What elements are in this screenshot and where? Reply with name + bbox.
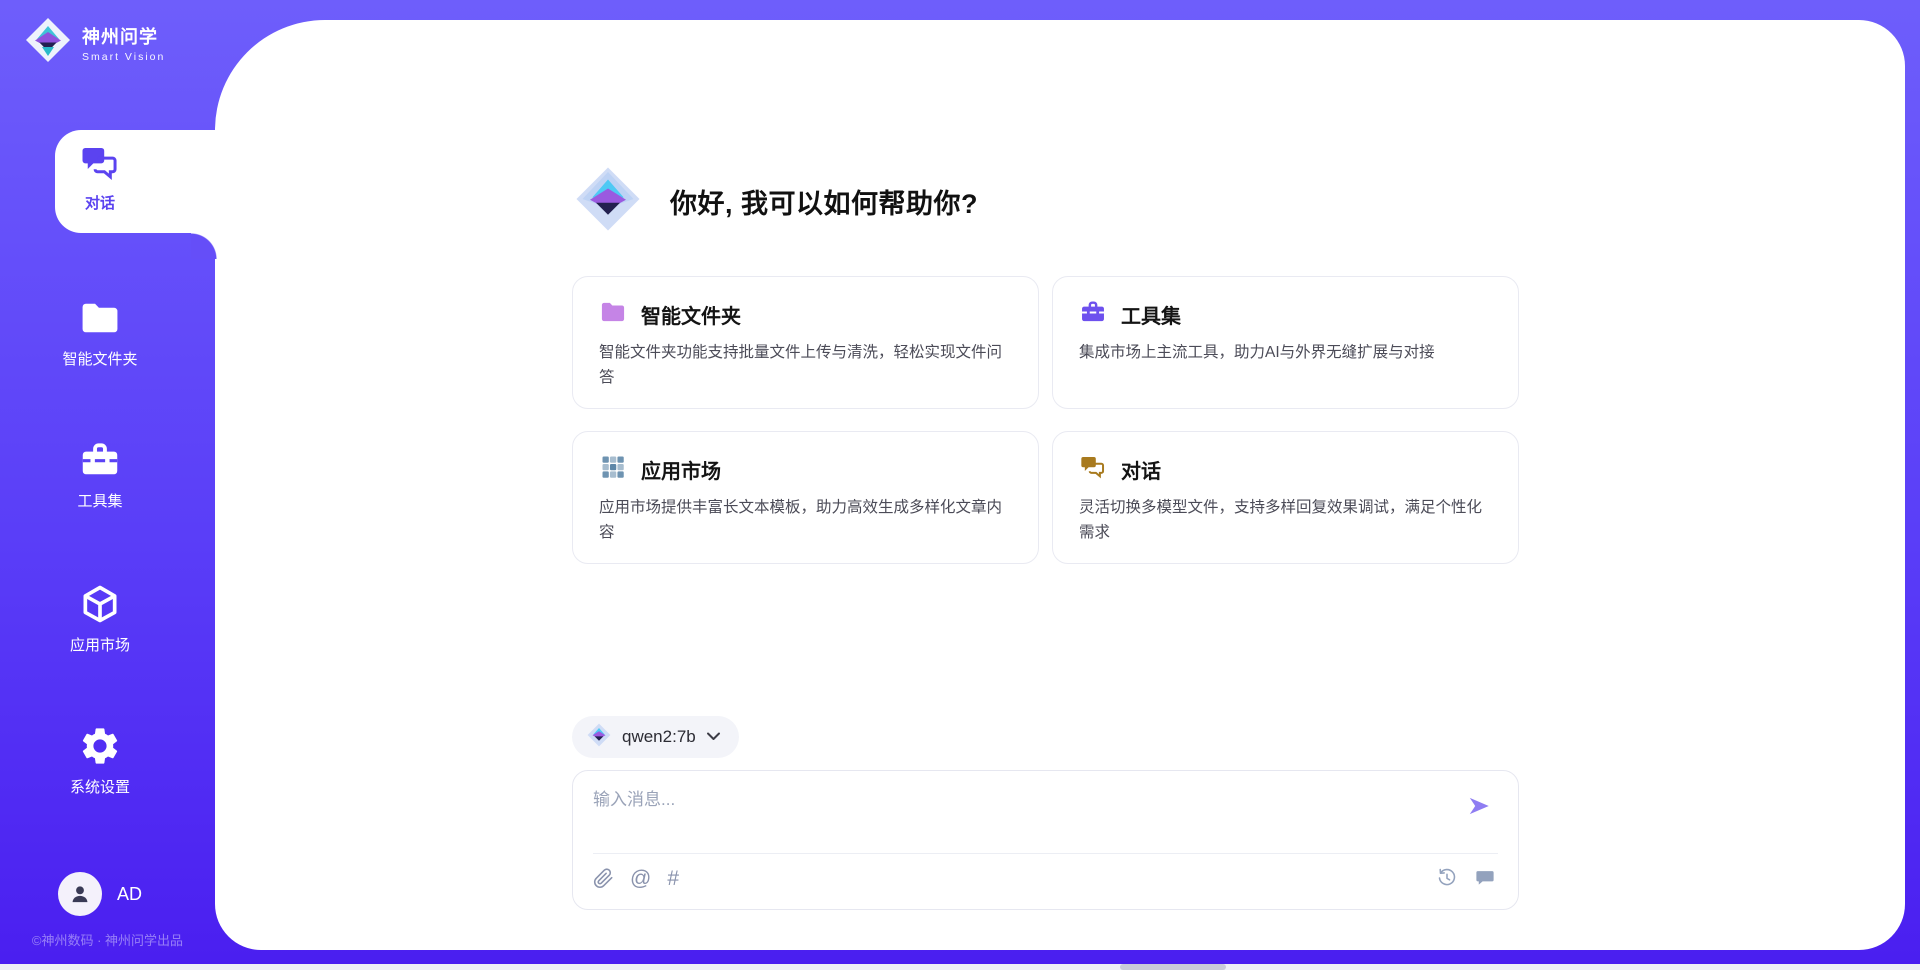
- message-composer: @ #: [572, 770, 1519, 910]
- sidebar-item-app-market[interactable]: 应用市场: [0, 582, 200, 655]
- card-chat[interactable]: 对话 灵活切换多模型文件，支持多样回复效果调试，满足个性化需求: [1052, 431, 1519, 564]
- card-title: 应用市场: [641, 455, 721, 484]
- sidebar-item-label: 应用市场: [70, 634, 130, 655]
- chevron-down-icon: [706, 728, 721, 746]
- toolbox-icon: [78, 438, 122, 482]
- model-name: qwen2:7b: [622, 727, 696, 747]
- attachment-icon[interactable]: [593, 868, 614, 889]
- sidebar-item-smart-folder[interactable]: 智能文件夹: [0, 296, 200, 369]
- app-tagline: Smart Vision: [82, 51, 165, 63]
- gear-icon: [78, 724, 122, 768]
- grid-icon: [599, 453, 627, 486]
- card-description: 集成市场上主流工具，助力AI与外界无缝扩展与对接: [1079, 340, 1492, 365]
- card-description: 智能文件夹功能支持批量文件上传与清洗，轻松实现文件问答: [599, 340, 1012, 390]
- greeting-row: 你好, 我可以如何帮助你?: [572, 163, 978, 240]
- feature-cards: 智能文件夹 智能文件夹功能支持批量文件上传与清洗，轻松实现文件问答: [572, 276, 1519, 564]
- app-title: 神州问学: [82, 23, 165, 49]
- chat-icon: [1079, 453, 1107, 486]
- message-input[interactable]: [593, 785, 1448, 841]
- send-icon[interactable]: [1466, 793, 1492, 824]
- sidebar-item-label: 智能文件夹: [62, 348, 137, 369]
- card-title: 智能文件夹: [641, 300, 741, 329]
- composer-divider: [593, 853, 1498, 854]
- app-logo: 神州问学 Smart Vision: [24, 16, 165, 69]
- chat-icon: [79, 142, 121, 184]
- sidebar-item-chat[interactable]: 对话: [0, 142, 200, 213]
- sidebar-item-label: 系统设置: [70, 776, 130, 797]
- hashtag-icon[interactable]: #: [667, 868, 679, 889]
- scrollbar-thumb[interactable]: [1120, 964, 1226, 970]
- user-name: AD: [117, 884, 142, 905]
- model-selector[interactable]: qwen2:7b: [572, 716, 739, 758]
- chat-bubble-icon[interactable]: [1474, 867, 1496, 889]
- sidebar-item-label: 工具集: [77, 490, 122, 511]
- chat-welcome-area: 你好, 我可以如何帮助你? 智能文件夹 智能文件夹功能支持批量文件上传与清洗，轻…: [572, 20, 1519, 950]
- cube-icon: [78, 582, 122, 626]
- card-description: 应用市场提供丰富长文本模板，助力高效生成多样化文章内容: [599, 495, 1012, 545]
- toolbox-icon: [1079, 298, 1107, 331]
- sidebar-item-toolset[interactable]: 工具集: [0, 438, 200, 511]
- folder-icon: [78, 296, 122, 340]
- sidebar-item-settings[interactable]: 系统设置: [0, 724, 200, 797]
- folder-icon: [599, 298, 627, 331]
- horizontal-scrollbar[interactable]: [0, 964, 1920, 970]
- sidebar: 神州问学 Smart Vision 对话 智能文件夹: [0, 0, 215, 970]
- main-content-panel: 你好, 我可以如何帮助你? 智能文件夹 智能文件夹功能支持批量文件上传与清洗，轻…: [215, 20, 1905, 950]
- active-tab-fillet: [191, 233, 217, 259]
- copyright-text: ©神州数码 · 神州问学出品: [0, 930, 215, 949]
- mention-icon[interactable]: @: [630, 868, 651, 889]
- card-description: 灵活切换多模型文件，支持多样回复效果调试，满足个性化需求: [1079, 495, 1492, 545]
- history-icon[interactable]: [1436, 867, 1458, 889]
- card-toolset[interactable]: 工具集 集成市场上主流工具，助力AI与外界无缝扩展与对接: [1052, 276, 1519, 409]
- card-title: 工具集: [1121, 300, 1181, 329]
- model-diamond-icon: [586, 722, 612, 753]
- brand-diamond-icon: [572, 163, 644, 240]
- card-app-market[interactable]: 应用市场 应用市场提供丰富长文本模板，助力高效生成多样化文章内容: [572, 431, 1039, 564]
- avatar: [58, 872, 102, 916]
- user-account[interactable]: AD: [0, 872, 200, 916]
- app-logo-icon: [24, 16, 72, 69]
- card-title: 对话: [1121, 455, 1161, 484]
- greeting-title: 你好, 我可以如何帮助你?: [670, 182, 978, 221]
- card-smart-folder[interactable]: 智能文件夹 智能文件夹功能支持批量文件上传与清洗，轻松实现文件问答: [572, 276, 1039, 409]
- sidebar-item-label: 对话: [85, 192, 115, 213]
